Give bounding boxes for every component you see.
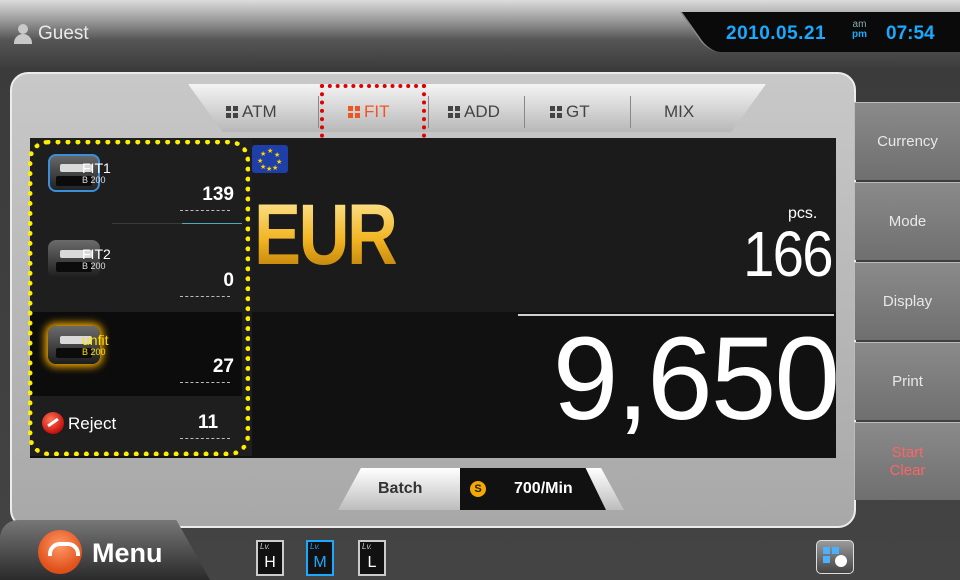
user-icon — [14, 24, 32, 44]
level-label: L — [367, 554, 377, 571]
tab-label: ATM — [242, 102, 277, 121]
start-label: Start — [891, 443, 924, 461]
tab-divider — [630, 96, 631, 128]
start-clear-button[interactable]: Start Clear — [854, 422, 960, 500]
status-icon[interactable] — [816, 540, 854, 574]
level-label: H — [264, 554, 276, 571]
app-screen: Guest 2010.05.21 am pm 07:54 ATM FIT ADD… — [0, 0, 960, 580]
grid-icon — [226, 106, 238, 118]
fit-tab-highlight — [320, 84, 426, 146]
level-l-button[interactable]: Lv. L — [358, 540, 386, 576]
total-amount: 9,650 — [552, 313, 840, 445]
currency-code: EUR — [254, 187, 398, 283]
speed-value: 700/Min — [514, 480, 573, 497]
level-tag: Lv. — [310, 542, 321, 551]
grid-icon — [550, 106, 562, 118]
tab-mix[interactable]: MIX — [664, 96, 694, 128]
menu-icon — [38, 530, 82, 574]
mode-button[interactable]: Mode — [854, 182, 960, 260]
piece-count: 166 — [743, 218, 833, 290]
pm-label: pm — [852, 29, 867, 40]
print-button[interactable]: Print — [854, 342, 960, 420]
tab-add[interactable]: ADD — [448, 96, 500, 128]
tab-label: MIX — [664, 102, 695, 121]
level-tag: Lv. — [362, 542, 373, 551]
tab-label: ADD — [464, 102, 500, 121]
tab-gt[interactable]: GT — [550, 96, 590, 128]
level-tag: Lv. — [260, 542, 271, 551]
clear-label: Clear — [889, 461, 926, 479]
user-indicator: Guest — [14, 23, 89, 45]
speed-icon: S — [470, 481, 486, 497]
tab-label: GT — [566, 102, 590, 121]
batch-label[interactable]: Batch — [378, 480, 422, 498]
tab-divider — [318, 96, 319, 128]
display-button[interactable]: Display — [854, 262, 960, 340]
grid-icon — [448, 106, 460, 118]
level-m-button[interactable]: Lv. M — [306, 540, 334, 576]
level-label: M — [313, 554, 327, 571]
pocket-list-highlight — [28, 140, 250, 456]
level-h-button[interactable]: Lv. H — [256, 540, 284, 576]
eu-flag-icon: ★ ★ ★ ★ ★ ★ ★ ★ — [252, 145, 288, 173]
tab-atm[interactable]: ATM — [226, 96, 277, 128]
tab-divider — [524, 96, 525, 128]
currency-button[interactable]: Currency — [854, 102, 960, 180]
date-display: 2010.05.21 — [726, 23, 827, 44]
tab-divider — [428, 96, 429, 128]
user-name: Guest — [38, 23, 89, 44]
ampm-indicator: am pm — [852, 20, 867, 40]
time-display: 07:54 — [886, 23, 935, 44]
menu-label[interactable]: Menu — [92, 538, 163, 569]
